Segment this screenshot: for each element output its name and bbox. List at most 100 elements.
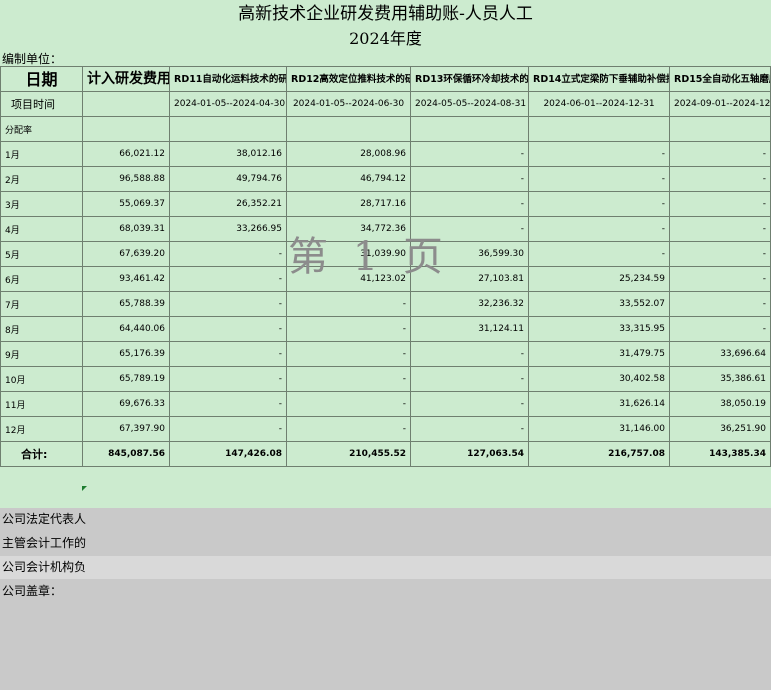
value-cell[interactable]: -: [669, 216, 771, 242]
value-cell[interactable]: -: [669, 316, 771, 342]
value-cell[interactable]: -: [169, 391, 287, 417]
value-cell[interactable]: -: [410, 391, 529, 417]
period-label[interactable]: 项目时间: [0, 91, 83, 117]
month-cell[interactable]: 2月: [0, 166, 83, 192]
value-cell[interactable]: 49,794.76: [169, 166, 287, 192]
month-cell[interactable]: 5月: [0, 241, 83, 267]
value-cell[interactable]: 28,008.96: [286, 141, 411, 167]
total-value[interactable]: 210,455.52: [286, 441, 411, 467]
rate-cell[interactable]: [528, 116, 670, 142]
period-cell[interactable]: 2024-09-01--2024-12-31: [669, 91, 771, 117]
value-cell[interactable]: -: [669, 291, 771, 317]
value-cell[interactable]: 38,012.16: [169, 141, 287, 167]
amount-cell[interactable]: 65,789.19: [82, 366, 170, 392]
value-cell[interactable]: 31,146.00: [528, 416, 670, 442]
footer-legal-rep[interactable]: 公司法定代表人: [0, 508, 771, 532]
amount-cell[interactable]: 93,461.42: [82, 266, 170, 292]
value-cell[interactable]: 31,124.11: [410, 316, 529, 342]
value-cell[interactable]: 33,266.95: [169, 216, 287, 242]
value-cell[interactable]: 25,234.59: [528, 266, 670, 292]
value-cell[interactable]: -: [410, 191, 529, 217]
amount-cell[interactable]: 68,039.31: [82, 216, 170, 242]
total-value[interactable]: 216,757.08: [528, 441, 670, 467]
amount-cell[interactable]: 67,639.20: [82, 241, 170, 267]
value-cell[interactable]: -: [169, 241, 287, 267]
rate-cell[interactable]: [169, 116, 287, 142]
value-cell[interactable]: -: [286, 341, 411, 367]
value-cell[interactable]: -: [528, 216, 670, 242]
header-project-rd12[interactable]: RD12高效定位推料技术的研发: [286, 66, 411, 92]
month-cell[interactable]: 4月: [0, 216, 83, 242]
amount-cell[interactable]: 67,397.90: [82, 416, 170, 442]
amount-cell[interactable]: 66,021.12: [82, 141, 170, 167]
value-cell[interactable]: 46,794.12: [286, 166, 411, 192]
value-cell[interactable]: -: [410, 141, 529, 167]
value-cell[interactable]: -: [286, 291, 411, 317]
header-project-rd15[interactable]: RD15全自动化五轴磨床高精加工技术的研发: [669, 66, 771, 92]
value-cell[interactable]: 28,717.16: [286, 191, 411, 217]
rate-label[interactable]: 分配率: [0, 116, 83, 142]
value-cell[interactable]: -: [169, 341, 287, 367]
value-cell[interactable]: 31,479.75: [528, 341, 670, 367]
value-cell[interactable]: 32,236.32: [410, 291, 529, 317]
value-cell[interactable]: -: [669, 166, 771, 192]
value-cell[interactable]: -: [410, 366, 529, 392]
rate-cell[interactable]: [82, 116, 170, 142]
value-cell[interactable]: 26,352.21: [169, 191, 287, 217]
value-cell[interactable]: -: [410, 341, 529, 367]
month-cell[interactable]: 3月: [0, 191, 83, 217]
total-value[interactable]: 127,063.54: [410, 441, 529, 467]
header-project-rd14[interactable]: RD14立式定梁防下垂辅助补偿技术的研发: [528, 66, 670, 92]
value-cell[interactable]: -: [286, 316, 411, 342]
value-cell[interactable]: -: [169, 366, 287, 392]
amount-cell[interactable]: 55,069.37: [82, 191, 170, 217]
month-cell[interactable]: 12月: [0, 416, 83, 442]
rate-cell[interactable]: [410, 116, 529, 142]
value-cell[interactable]: -: [669, 241, 771, 267]
value-cell[interactable]: 33,552.07: [528, 291, 670, 317]
value-cell[interactable]: -: [169, 266, 287, 292]
month-cell[interactable]: 8月: [0, 316, 83, 342]
value-cell[interactable]: -: [528, 166, 670, 192]
value-cell[interactable]: -: [286, 416, 411, 442]
footer-company-seal[interactable]: 公司盖章：: [0, 580, 771, 604]
month-cell[interactable]: 10月: [0, 366, 83, 392]
value-cell[interactable]: -: [169, 291, 287, 317]
value-cell[interactable]: -: [410, 166, 529, 192]
period-cell[interactable]: 2024-05-05--2024-08-31: [410, 91, 529, 117]
value-cell[interactable]: 31,626.14: [528, 391, 670, 417]
value-cell[interactable]: -: [669, 141, 771, 167]
period-cell[interactable]: 2024-06-01--2024-12-31: [528, 91, 670, 117]
month-cell[interactable]: 11月: [0, 391, 83, 417]
period-cell[interactable]: 2024-01-05--2024-06-30: [286, 91, 411, 117]
value-cell[interactable]: -: [669, 191, 771, 217]
value-cell[interactable]: -: [669, 266, 771, 292]
value-cell[interactable]: -: [528, 141, 670, 167]
value-cell[interactable]: 30,402.58: [528, 366, 670, 392]
amount-cell[interactable]: 96,588.88: [82, 166, 170, 192]
value-cell[interactable]: 36,251.90: [669, 416, 771, 442]
total-amount[interactable]: 845,087.56: [82, 441, 170, 467]
value-cell[interactable]: 33,315.95: [528, 316, 670, 342]
value-cell[interactable]: -: [286, 366, 411, 392]
value-cell[interactable]: -: [169, 316, 287, 342]
header-date[interactable]: 日期: [0, 66, 83, 92]
month-cell[interactable]: 7月: [0, 291, 83, 317]
value-cell[interactable]: -: [169, 416, 287, 442]
amount-cell[interactable]: 65,788.39: [82, 291, 170, 317]
value-cell[interactable]: -: [286, 391, 411, 417]
rate-cell[interactable]: [669, 116, 771, 142]
total-value[interactable]: 147,426.08: [169, 441, 287, 467]
header-project-rd13[interactable]: RD13环保循环冷却技术的研发: [410, 66, 529, 92]
total-label[interactable]: 合计:: [0, 441, 83, 467]
value-cell[interactable]: -: [410, 416, 529, 442]
month-cell[interactable]: 1月: [0, 141, 83, 167]
amount-cell[interactable]: 69,676.33: [82, 391, 170, 417]
value-cell[interactable]: 35,386.61: [669, 366, 771, 392]
total-value[interactable]: 143,385.34: [669, 441, 771, 467]
month-cell[interactable]: 6月: [0, 266, 83, 292]
value-cell[interactable]: -: [528, 241, 670, 267]
period-cell[interactable]: 2024-01-05--2024-04-30: [169, 91, 287, 117]
amount-cell[interactable]: 64,440.06: [82, 316, 170, 342]
value-cell[interactable]: 33,696.64: [669, 341, 771, 367]
